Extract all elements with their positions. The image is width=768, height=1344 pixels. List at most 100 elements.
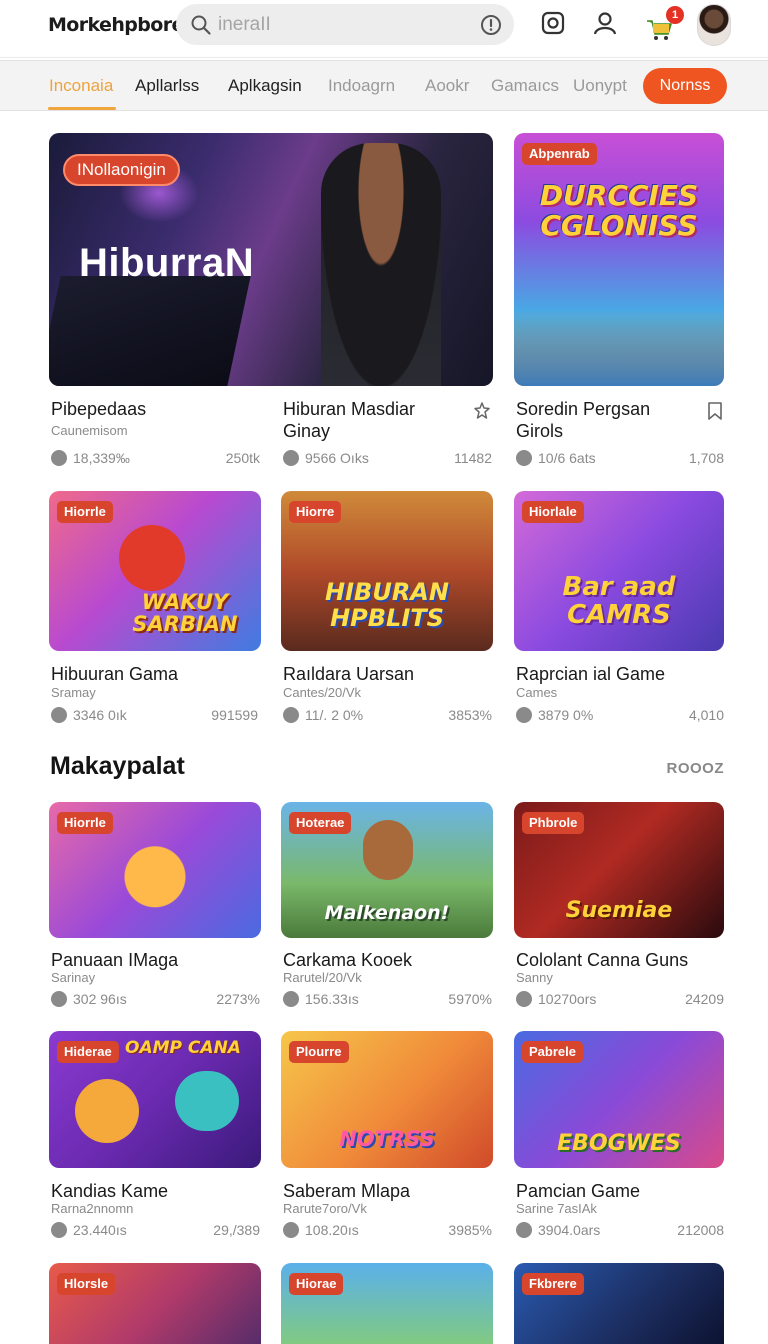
tab-aplkagsin[interactable]: Aplkagsin (228, 76, 302, 96)
download-icon (283, 991, 299, 1007)
card-title[interactable]: Pibepedaas (51, 398, 146, 420)
game-thumb[interactable]: Pabrele EBOGWES (514, 1031, 724, 1168)
app-logo[interactable]: Morkehpbore (48, 14, 184, 36)
search-icon (191, 15, 211, 35)
search-bar[interactable] (176, 4, 514, 45)
search-input[interactable] (218, 4, 458, 45)
featured-badge: INollaonigin (63, 154, 180, 186)
card-title[interactable]: Kandias Kame (51, 1180, 168, 1202)
thumb-art-title: HIBURAN HPBLITS (325, 578, 449, 632)
featured-banner[interactable]: INollaonigin HiburraN (49, 133, 493, 386)
thumb-art-title: Malkenaon! (324, 902, 450, 924)
card-title[interactable]: Panuaan IMaga (51, 949, 178, 971)
thumb-art-title: Bar aad CAMRS (562, 572, 676, 630)
mascot-shape (175, 1071, 239, 1131)
cart-button[interactable]: 1 (644, 6, 684, 40)
card-rating: 11482 (454, 450, 492, 466)
card-downloads: 3346 0ık (51, 707, 127, 723)
mascot-shape (75, 1079, 139, 1143)
tab-gamaics[interactable]: Gamaıcs (491, 76, 559, 96)
card-title[interactable]: Saberam Mlapa (283, 1180, 410, 1202)
mascot-shape (119, 525, 185, 591)
card-title[interactable]: Raıldara Uarsan (283, 663, 414, 685)
tab-inconaia[interactable]: Inconaia (49, 76, 113, 96)
card-rating: 991599 (211, 707, 258, 723)
card-title[interactable]: Hibuuran Gama (51, 663, 178, 685)
card-downloads: 23.440ıs (51, 1222, 127, 1238)
game-thumb[interactable]: Fkbrere (514, 1263, 724, 1344)
card-downloads: 9566 Oıks (283, 450, 369, 466)
game-thumb[interactable]: Hiderae OAMP CANA (49, 1031, 261, 1168)
card-downloads: 3879 0% (516, 707, 593, 723)
download-icon (516, 707, 532, 723)
bookmark-icon[interactable] (473, 401, 491, 421)
card-downloads: 3904.0ars (516, 1222, 600, 1238)
card-rating: 1,708 (688, 450, 724, 466)
download-icon (51, 991, 67, 1007)
section-see-all-link[interactable]: ROOOZ (667, 760, 725, 777)
card-title[interactable]: Soredin Pergsan Girols (516, 398, 696, 442)
tab-cta-button[interactable]: Nornss (643, 68, 727, 104)
game-thumb[interactable]: Hiorrle (49, 802, 261, 938)
download-icon (283, 450, 299, 466)
top-bar: Morkehpbore 1 (0, 0, 768, 58)
game-thumb[interactable]: Hoterae Malkenaon! (281, 802, 493, 938)
thumb-badge: Hiorae (289, 1273, 344, 1295)
bear-shape (363, 820, 413, 880)
card-subtitle: Rarute7oro/Vk (283, 1201, 367, 1216)
card-downloads: 18,339‰ (51, 450, 130, 466)
featured-side-thumb[interactable]: Abpenrab DURCCIES CGLONISS (514, 133, 724, 386)
tab-aookr[interactable]: Aookr (425, 76, 469, 96)
card-rating: 212008 (677, 1222, 724, 1238)
instagram-icon[interactable] (540, 10, 566, 36)
download-icon (51, 450, 67, 466)
game-thumb[interactable]: Phbrole Suemiae (514, 802, 724, 938)
game-thumb[interactable]: Plourre NOTRSS (281, 1031, 493, 1168)
section-title: Makaypalat (50, 752, 185, 780)
card-subtitle: Cantes/20/Vk (283, 685, 362, 700)
thumb-badge: Pabrele (522, 1041, 583, 1063)
card-downloads: 108.20ıs (283, 1222, 359, 1238)
download-icon (516, 450, 532, 466)
water-shape (514, 316, 724, 386)
game-thumb[interactable]: Hiorlale Bar aad CAMRS (514, 491, 724, 651)
category-tabs: Inconaia Apllarlss Aplkagsin Indoagrn Ao… (0, 60, 768, 111)
card-subtitle: Cames (516, 685, 558, 700)
card-downloads: 302 96ıs (51, 991, 127, 1007)
thumb-badge: Hiorrle (57, 812, 113, 834)
thumb-art-title: EBOGWES (557, 1131, 681, 1156)
card-title[interactable]: Pamcian Game (516, 1180, 640, 1202)
card-subtitle: Rarna2nnomn (51, 1201, 134, 1216)
tab-indoagrn[interactable]: Indoagrn (328, 76, 395, 96)
card-title[interactable]: Cololant Canna Guns (516, 949, 688, 971)
thumb-art-title: NOTRSS (339, 1127, 435, 1151)
game-thumb[interactable]: Hlorsle (49, 1263, 261, 1344)
card-downloads: 156.33ıs (283, 991, 359, 1007)
info-icon[interactable] (480, 14, 502, 36)
bookmark-icon[interactable] (706, 401, 724, 421)
hero-figure (321, 143, 441, 386)
download-icon (51, 707, 67, 723)
cart-count-badge: 1 (666, 6, 684, 24)
card-subtitle: Caunemisom (51, 423, 128, 438)
card-title[interactable]: Carkama Kooek (283, 949, 412, 971)
card-rating: 250tk (225, 450, 260, 466)
download-icon (516, 991, 532, 1007)
game-thumb[interactable]: Hiorre HIBURAN HPBLITS (281, 491, 493, 651)
speaker-shape (49, 276, 251, 386)
game-thumb[interactable]: Hiorae (281, 1263, 493, 1344)
avatar[interactable] (697, 4, 731, 46)
thumb-badge: Hiorre (289, 501, 342, 523)
tab-apllarlss[interactable]: Apllarlss (135, 76, 199, 96)
tab-uonypt[interactable]: Uonypt (573, 76, 627, 96)
card-title[interactable]: Raprcian ial Game (516, 663, 665, 685)
card-title[interactable]: Hiburan Masdiar Ginay (283, 398, 463, 442)
thumb-badge: Hlorsle (57, 1273, 116, 1295)
active-tab-indicator (48, 107, 116, 110)
card-subtitle: Sanny (516, 970, 553, 985)
user-icon[interactable] (592, 10, 618, 36)
thumb-badge: Hiorlale (522, 501, 584, 523)
card-subtitle: Sarinay (51, 970, 96, 985)
game-thumb[interactable]: Hiorrle WAKUY SARBIAN (49, 491, 261, 651)
card-rating: 4,010 (688, 707, 724, 723)
